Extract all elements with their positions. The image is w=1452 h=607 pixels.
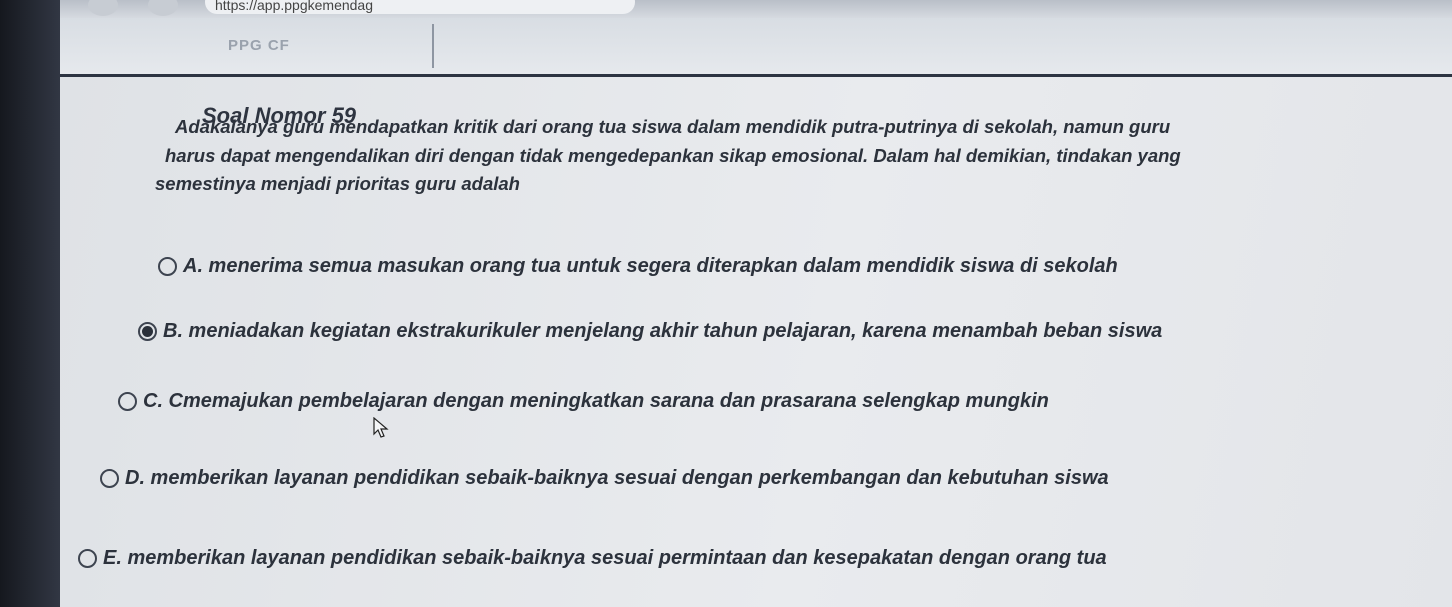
browser-toolbar: https://app.ppgkemendag (60, 0, 1452, 18)
option-e[interactable]: E. memberikan layanan pendidikan sebaik-… (78, 547, 1107, 570)
back-button[interactable] (88, 0, 118, 16)
app-header: PPG CF (60, 18, 1452, 77)
question-line: semestinya menjadi prioritas guru adalah (155, 173, 520, 195)
address-bar[interactable]: https://app.ppgkemendag (205, 0, 635, 14)
option-label: B. meniadakan kegiatan ekstrakurikuler m… (163, 320, 1163, 342)
option-a[interactable]: A. menerima semua masukan orang tua untu… (158, 255, 1118, 278)
option-label: C. Cmemajukan pembelajaran dengan mening… (143, 390, 1049, 412)
question-panel: Soal Nomor 59 Adakalanya guru mendapatka… (60, 77, 1452, 607)
option-b[interactable]: B. meniadakan kegiatan ekstrakurikuler m… (138, 320, 1162, 343)
option-label: E. memberikan layanan pendidikan sebaik-… (103, 547, 1107, 569)
option-c[interactable]: C. Cmemajukan pembelajaran dengan mening… (118, 390, 1049, 413)
app-logo: PPG CF (210, 26, 432, 68)
option-d[interactable]: D. memberikan layanan pendidikan sebaik-… (100, 467, 1109, 490)
radio-button-selected[interactable] (138, 322, 157, 341)
radio-button[interactable] (158, 257, 177, 276)
radio-button[interactable] (118, 392, 137, 411)
question-line: Adakalanya guru mendapatkan kritik dari … (175, 116, 1171, 137)
radio-button[interactable] (78, 549, 97, 568)
mouse-pointer-icon (373, 417, 389, 438)
logo-text: PPG CF (228, 37, 290, 54)
question-text: Adakalanya guru mendapatkan kritik dari … (155, 113, 1450, 199)
forward-button[interactable] (148, 0, 178, 16)
option-label: A. menerima semua masukan orang tua untu… (183, 255, 1118, 277)
header-divider (432, 24, 434, 68)
option-label: D. memberikan layanan pendidikan sebaik-… (125, 467, 1109, 489)
question-line: harus dapat mengendalikan diri dengan ti… (165, 144, 1181, 166)
radio-button[interactable] (100, 469, 119, 488)
